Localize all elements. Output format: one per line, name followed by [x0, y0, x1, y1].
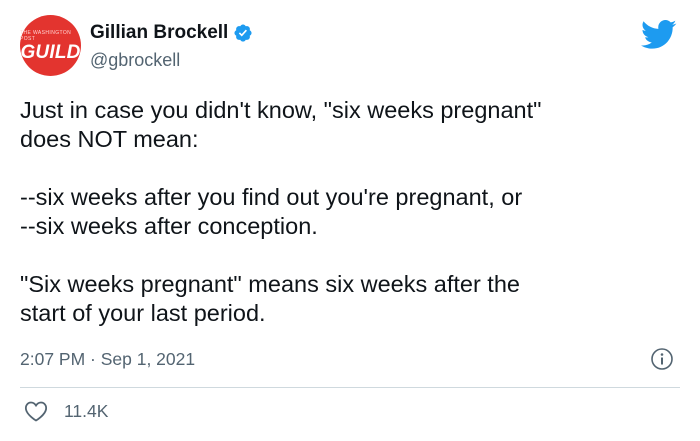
like-action[interactable]: 11.4K: [24, 400, 108, 422]
verified-badge-icon: [234, 24, 252, 42]
tweet-text-line: "Six weeks pregnant" means six weeks aft…: [20, 271, 520, 297]
author-handle[interactable]: @gbrockell: [90, 50, 180, 71]
author-name-row: Gillian Brockell: [90, 22, 253, 44]
tweet-card: THE WASHINGTON POST GUILD Gillian Brocke…: [0, 0, 700, 441]
tweet-text-gap: [20, 241, 680, 270]
tweet-text-line: Just in case you didn't know, "six weeks…: [20, 97, 542, 123]
author-display-name[interactable]: Gillian Brockell: [90, 22, 228, 44]
like-count: 11.4K: [64, 400, 109, 421]
avatar-subtext: THE WASHINGTON POST: [20, 29, 72, 42]
avatar-text: GUILD: [20, 41, 81, 63]
info-icon[interactable]: [650, 347, 674, 371]
tweet-text-line: start of your last period.: [20, 300, 266, 326]
twitter-bird-icon[interactable]: [640, 20, 678, 50]
tweet-text-line: --six weeks after you find out you're pr…: [20, 184, 523, 210]
tweet-text-line: does NOT mean:: [20, 126, 199, 152]
tweet-text: Just in case you didn't know, "six weeks…: [20, 96, 680, 328]
tweet-text-gap: [20, 154, 680, 183]
tweet-timestamp[interactable]: 2:07 PM · Sep 1, 2021: [20, 349, 195, 370]
avatar[interactable]: THE WASHINGTON POST GUILD: [20, 15, 81, 76]
tweet-text-line: --six weeks after conception.: [20, 213, 318, 239]
heart-icon[interactable]: [24, 400, 48, 422]
divider: [20, 387, 680, 388]
